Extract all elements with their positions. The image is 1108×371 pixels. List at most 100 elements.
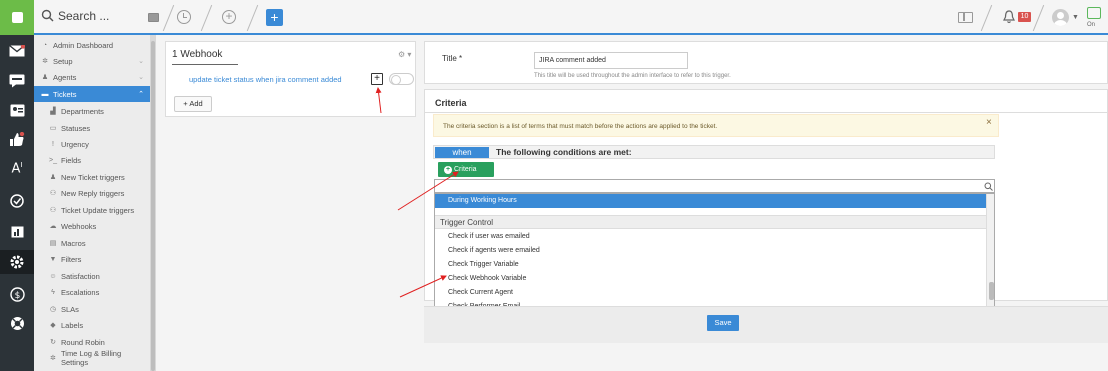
when-badge: when (435, 147, 489, 158)
add-button[interactable]: + Add (174, 96, 212, 112)
gear-icon: ✲ (50, 355, 56, 362)
expand-trigger-button[interactable]: + (371, 73, 383, 85)
sidebar-item-departments[interactable]: ▟ Departments (34, 103, 150, 119)
sidebar-item-time-log-billing[interactable]: ✲ Time Log & Billing Settings (34, 349, 150, 367)
sidebar-item-label: Departments (61, 106, 104, 116)
trigger-list-panel: 1 Webhook ⚙ ▾ update ticket status when … (165, 41, 416, 117)
sidebar-item-fields[interactable]: >_ Fields (34, 152, 150, 168)
settings-gear-icon[interactable] (0, 250, 34, 274)
chevron-down-icon: ⌄ (138, 74, 144, 81)
option-during-working-hours[interactable]: During Working Hours (435, 194, 986, 208)
tag-icon: ◆ (50, 322, 56, 329)
option-check-user-emailed[interactable]: Check if user was emailed (435, 230, 986, 244)
sidebar-item-escalations[interactable]: ϟ Escalations (34, 284, 150, 300)
sidebar-item-label: Ticket Update triggers (61, 205, 135, 215)
clock-icon: ◷ (49, 306, 57, 313)
sidebar-item-label: New Reply triggers (61, 188, 125, 198)
terminal-icon: >_ (49, 156, 57, 164)
option-check-webhook-variable[interactable]: Check Webhook Variable (435, 272, 986, 286)
lifebuoy-icon[interactable] (8, 315, 26, 331)
sidebar-item-new-ticket-triggers[interactable]: ♟ New Ticket triggers (34, 169, 150, 185)
criteria-search-input[interactable] (434, 179, 995, 193)
person-icon: ♟ (49, 174, 57, 181)
chat-icon[interactable] (1087, 7, 1101, 19)
sidebar-item-satisfaction[interactable]: ☺ Satisfaction (34, 268, 150, 284)
search-icon[interactable] (41, 9, 54, 22)
sidebar-item-label: Time Log & Billing Settings (60, 349, 122, 367)
sidebar-item-label: Urgency (61, 139, 89, 149)
sidebar-item-label: Round Robin (61, 337, 105, 347)
divider (425, 112, 1108, 113)
people-icon: ⚇ (49, 207, 57, 214)
criteria-heading: Criteria (435, 98, 467, 108)
avatar[interactable] (1052, 9, 1069, 26)
contact-card-icon[interactable] (8, 102, 26, 118)
sidebar-item-webhooks[interactable]: ☁ Webhooks (34, 218, 150, 234)
sidebar-item-label: Satisfaction (61, 271, 100, 281)
dashboard-icon: ◔ (42, 41, 48, 49)
search-input[interactable]: Search ... (58, 9, 109, 23)
sidebar-scrollbar[interactable] (150, 35, 156, 371)
sidebar-item-round-robin[interactable]: ↻ Round Robin (34, 334, 150, 350)
sidebar-item-tickets[interactable]: ▬ Tickets ⌃ (34, 86, 150, 102)
option-check-current-agent[interactable]: Check Current Agent (435, 286, 986, 300)
trigger-enabled-toggle[interactable] (389, 73, 414, 85)
title-field[interactable]: JIRA comment added (534, 52, 688, 69)
mail-icon[interactable] (8, 43, 26, 59)
plus-circle-icon: + (444, 166, 452, 174)
bell-icon[interactable] (1003, 10, 1015, 24)
sidebar-item-label: Agents (53, 72, 77, 82)
gear-icon: ✲ (42, 58, 48, 65)
scrollbar-thumb[interactable] (989, 282, 994, 300)
sidebar-item-label: Macros (61, 238, 86, 248)
sidebar-item-agents[interactable]: ♟ Agents ⌄ (34, 69, 150, 85)
top-bar: Search ... + + 10 ▼ On (0, 0, 1108, 35)
new-item-button[interactable]: + (266, 9, 283, 26)
smile-icon: ☺ (49, 272, 57, 280)
separator (980, 4, 993, 32)
sidebar-item-admin-dashboard[interactable]: ◔ Admin Dashboard (34, 37, 150, 53)
sidebar-item-label: Tickets (53, 89, 77, 99)
close-icon[interactable]: × (986, 117, 992, 128)
options-scrollbar[interactable] (986, 194, 994, 308)
gear-icon[interactable]: ⚙ ▾ (398, 50, 411, 59)
chat-bubble-icon[interactable] (8, 73, 26, 89)
save-button[interactable]: Save (707, 315, 739, 331)
sidebar-item-labels[interactable]: ◆ Labels (34, 317, 150, 333)
check-circle-icon[interactable] (8, 193, 26, 209)
sidebar-item-setup[interactable]: ✲ Setup ⌄ (34, 53, 150, 69)
separator (200, 4, 213, 32)
chevron-up-icon: ⌃ (138, 91, 144, 98)
sidebar-item-statuses[interactable]: ▭ Statuses (34, 120, 150, 136)
sidebar-item-label: Labels (61, 320, 84, 330)
option-check-agents-emailed[interactable]: Check if agents were emailed (435, 244, 986, 258)
sidebar-item-label: Filters (61, 254, 82, 264)
trigger-link[interactable]: update ticket status when jira comment a… (189, 75, 342, 84)
terminal-icon[interactable] (148, 13, 159, 22)
history-icon[interactable] (177, 10, 191, 24)
add-circle-icon[interactable]: + (222, 10, 236, 24)
trigger-editor: Title * JIRA comment added This title wi… (424, 41, 1108, 371)
sidebar-item-label: Escalations (61, 287, 100, 297)
bar-chart-icon[interactable] (8, 224, 26, 240)
chevron-down-icon[interactable]: ▼ (1072, 14, 1079, 21)
conditions-bar: when The following conditions are met: (433, 145, 995, 159)
sidebar-item-urgency[interactable]: ! Urgency (34, 136, 150, 152)
sidebar-item-filters[interactable]: ▼ Filters (34, 251, 150, 267)
sidebar-item-ticket-update-triggers[interactable]: ⚇ Ticket Update triggers (34, 202, 150, 218)
sidebar-item-slas[interactable]: ◷ SLAs (34, 301, 150, 317)
search-icon (984, 182, 993, 191)
sidebar-item-macros[interactable]: ▤ Macros (34, 235, 150, 251)
app-rail: AI $ (0, 35, 34, 371)
criteria-alert: The criteria section is a list of terms … (433, 114, 999, 137)
dollar-icon[interactable]: $ (8, 286, 26, 302)
add-criteria-button[interactable]: + Criteria (438, 162, 494, 177)
ai-text-icon[interactable]: AI (8, 161, 26, 177)
thumbs-up-icon[interactable] (8, 131, 26, 147)
app-logo[interactable] (0, 0, 34, 35)
panel-toggle-icon[interactable] (958, 12, 973, 23)
sidebar-item-new-reply-triggers[interactable]: ⚇ New Reply triggers (34, 185, 150, 201)
option-check-trigger-variable[interactable]: Check Trigger Variable (435, 258, 986, 272)
criteria-options-list: During Working Hours Trigger Control Che… (434, 193, 995, 309)
title-label: Title * (442, 54, 463, 63)
